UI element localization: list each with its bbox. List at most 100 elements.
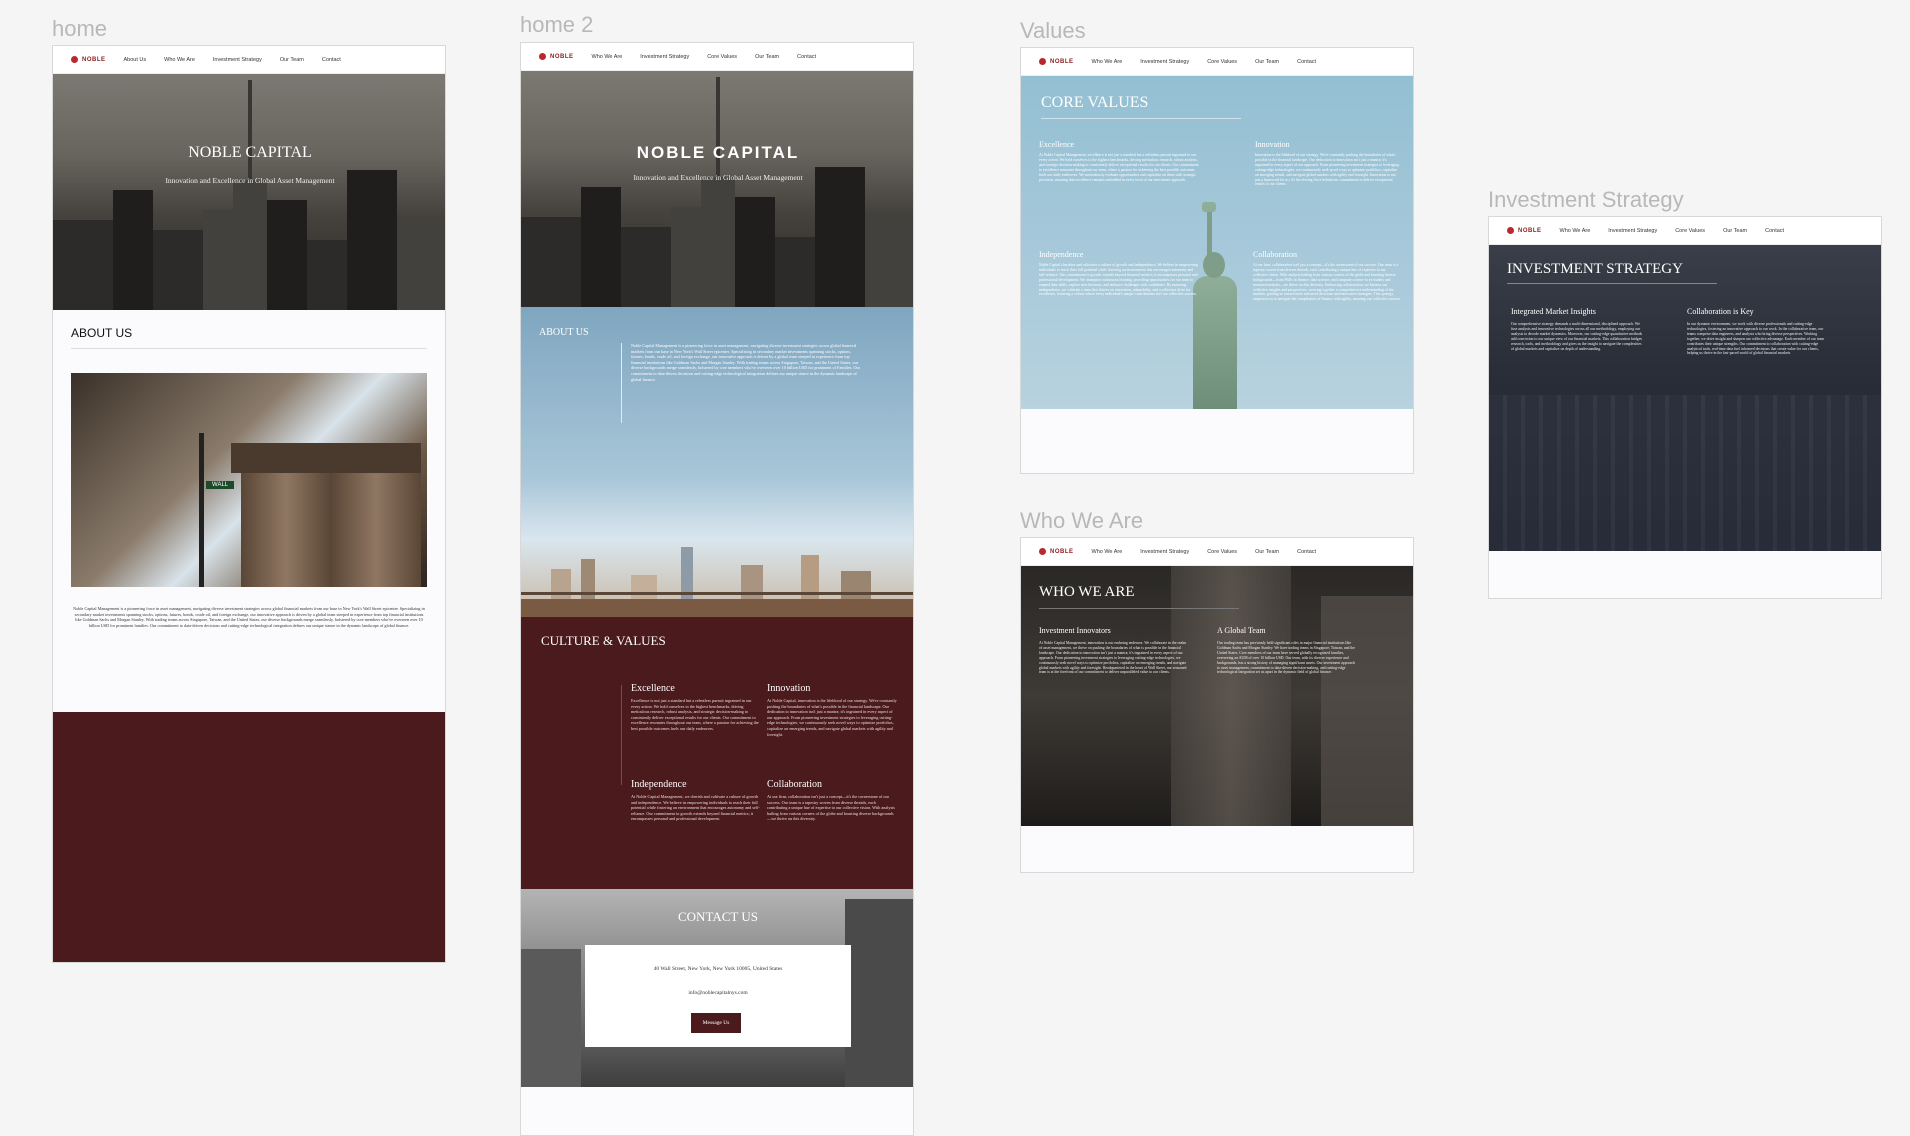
frame-label-who[interactable]: Who We Are (1020, 508, 1143, 534)
hero-image: NOBLE CAPITAL Innovation and Excellence … (521, 71, 913, 307)
nav-link-team[interactable]: Our Team (755, 54, 779, 60)
statue-image (1193, 276, 1237, 409)
nav-link-values[interactable]: Core Values (1207, 59, 1237, 65)
nav-link-team[interactable]: Our Team (280, 57, 304, 63)
frame-home2[interactable]: NOBLE Who We Are Investment Strategy Cor… (520, 42, 914, 1136)
value-title: Collaboration (767, 779, 822, 790)
col-text: In our dynamic environment, we work with… (1687, 322, 1825, 356)
nav-link-contact[interactable]: Contact (1297, 59, 1316, 65)
logo-circle-icon (539, 53, 546, 60)
nav-link-values[interactable]: Core Values (1675, 228, 1705, 234)
hero-title: NOBLE CAPITAL (636, 143, 800, 162)
value-title: Collaboration (1253, 250, 1297, 259)
logo[interactable]: NOBLE (1039, 548, 1074, 555)
value-title: Independence (1039, 250, 1084, 259)
nav-link-strategy[interactable]: Investment Strategy (1140, 59, 1189, 65)
value-card-independence: Independence At Noble Capital Management… (631, 779, 761, 822)
logo-circle-icon (71, 56, 78, 63)
who-title: WHO WE ARE (1039, 584, 1135, 600)
nav-link-strategy[interactable]: Investment Strategy (640, 54, 689, 60)
divider (621, 343, 622, 423)
culture-section: CULTURE & VALUES Excellence Excellence i… (521, 617, 913, 889)
nav-link-contact[interactable]: Contact (1297, 549, 1316, 555)
divider (1039, 608, 1239, 609)
nav-link-team[interactable]: Our Team (1255, 549, 1279, 555)
contact-email[interactable]: info@noblecapitalnys.com (585, 990, 851, 997)
invest-col-insights: Integrated Market Insights Our comprehen… (1511, 307, 1645, 351)
value-text: Excellence is not just a standard but a … (631, 698, 759, 731)
contact-section: CONTACT US 40 Wall Street, New York, New… (521, 889, 913, 1087)
logo[interactable]: NOBLE (1507, 227, 1542, 234)
value-card-excellence: Excellence Excellence is not just a stan… (631, 683, 761, 732)
frame-label-home[interactable]: home (52, 16, 107, 42)
nav-link-strategy[interactable]: Investment Strategy (1140, 549, 1189, 555)
frame-home[interactable]: NOBLE About Us Who We Are Investment Str… (52, 45, 446, 963)
logo-text: NOBLE (1518, 227, 1542, 234)
value-text: Innovation is the lifeblood of our strat… (1255, 153, 1400, 187)
value-text: Noble Capital cherishes and cultivates a… (1039, 263, 1198, 297)
frame-who[interactable]: NOBLE Who We Are Investment Strategy Cor… (1020, 537, 1414, 873)
nav-link-values[interactable]: Core Values (1207, 549, 1237, 555)
core-value-excellence: Excellence At Noble Capital Management, … (1039, 140, 1199, 182)
divider (71, 348, 427, 349)
about-section: ABOUT US Noble Capital Management is a p… (521, 307, 913, 617)
divider (1507, 283, 1717, 284)
values-section: CORE VALUES Excellence At Noble Capital … (1021, 76, 1413, 409)
value-text: At Noble Capital Management, we cherish … (631, 794, 760, 822)
logo-text: NOBLE (550, 53, 574, 60)
nav-link-who[interactable]: Who We Are (164, 57, 195, 63)
value-text: At Noble Capital, innovation is the life… (767, 698, 897, 737)
logo-circle-icon (1039, 58, 1046, 65)
col-text: At Noble Capital Management, innovation … (1039, 641, 1187, 675)
nav-bar: NOBLE About Us Who We Are Investment Str… (53, 46, 445, 74)
nav-link-team[interactable]: Our Team (1723, 228, 1747, 234)
invest-section: INVESTMENT STRATEGY Integrated Market In… (1489, 245, 1881, 551)
logo[interactable]: NOBLE (71, 56, 106, 63)
value-text: At Noble Capital Management, excellence … (1039, 153, 1199, 182)
col-text: Our comprehensive strategy demands a mul… (1511, 322, 1643, 351)
nav-link-who[interactable]: Who We Are (1560, 228, 1591, 234)
nav-link-contact[interactable]: Contact (322, 57, 341, 63)
nav-link-who[interactable]: Who We Are (1092, 59, 1123, 65)
hero-image: NOBLE CAPITAL Innovation and Excellence … (53, 74, 445, 310)
contact-address: 40 Wall Street, New York, New York 10005… (653, 966, 783, 972)
frame-invest[interactable]: NOBLE Who We Are Investment Strategy Cor… (1488, 216, 1882, 599)
nav-link-about[interactable]: About Us (124, 57, 147, 63)
invest-title: INVESTMENT STRATEGY (1507, 261, 1683, 277)
nav-bar: NOBLE Who We Are Investment Strategy Cor… (1021, 538, 1413, 566)
nav-link-contact[interactable]: Contact (1765, 228, 1784, 234)
nav-link-who[interactable]: Who We Are (1092, 549, 1123, 555)
wall-street-sign: WALL (206, 481, 235, 489)
frame-label-invest[interactable]: Investment Strategy (1488, 187, 1684, 213)
wall-street-image: WALL (71, 373, 427, 587)
value-card-collaboration: Collaboration At our firm, collaboration… (767, 779, 897, 822)
frame-values[interactable]: NOBLE Who We Are Investment Strategy Cor… (1020, 47, 1414, 474)
frame-label-home2[interactable]: home 2 (520, 12, 593, 38)
divider (621, 685, 622, 785)
nav-link-who[interactable]: Who We Are (592, 54, 623, 60)
logo[interactable]: NOBLE (539, 53, 574, 60)
contact-card: 40 Wall Street, New York, New York 10005… (585, 945, 851, 1047)
footer-block (53, 712, 445, 962)
nav-link-strategy[interactable]: Investment Strategy (1608, 228, 1657, 234)
logo-text: NOBLE (1050, 548, 1074, 555)
message-us-button[interactable]: Message Us (691, 1013, 741, 1033)
value-text: At our firm, collaboration isn't just a … (1253, 263, 1401, 302)
about-text: Noble Capital Management is a pioneering… (73, 606, 425, 628)
hero-title: NOBLE CAPITAL (188, 144, 312, 161)
logo-text: NOBLE (1050, 58, 1074, 65)
logo-circle-icon (1039, 548, 1046, 555)
frame-label-values[interactable]: Values (1020, 18, 1086, 44)
nav-bar: NOBLE Who We Are Investment Strategy Cor… (521, 43, 913, 71)
nav-link-contact[interactable]: Contact (797, 54, 816, 60)
nav-bar: NOBLE Who We Are Investment Strategy Cor… (1489, 217, 1881, 245)
col-title: Investment Innovators (1039, 626, 1111, 635)
logo[interactable]: NOBLE (1039, 58, 1074, 65)
logo-text: NOBLE (82, 56, 106, 63)
hero-subtitle: Innovation and Excellence in Global Asse… (633, 173, 803, 182)
nav-link-team[interactable]: Our Team (1255, 59, 1279, 65)
nav-link-strategy[interactable]: Investment Strategy (213, 57, 262, 63)
culture-title: CULTURE & VALUES (541, 633, 666, 648)
who-section: WHO WE ARE Investment Innovators At Nobl… (1021, 566, 1413, 826)
nav-link-values[interactable]: Core Values (707, 54, 737, 60)
